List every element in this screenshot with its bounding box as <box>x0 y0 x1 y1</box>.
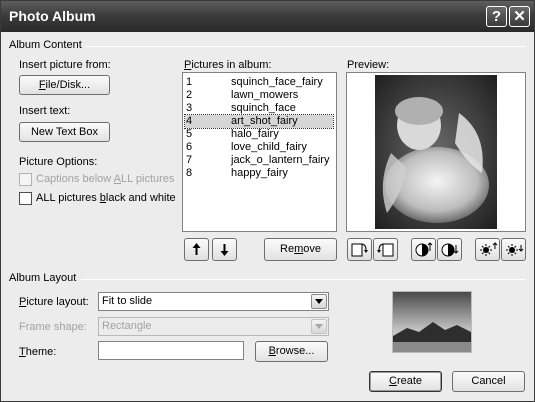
list-item[interactable]: 1 squinch_face_fairy <box>185 76 333 89</box>
help-button[interactable]: ? <box>486 6 507 27</box>
picture-layout-select[interactable]: Fit to slide <box>98 292 329 311</box>
preview-pane <box>346 72 526 232</box>
cancel-button[interactable]: Cancel <box>452 371 525 392</box>
theme-label: Theme: <box>19 346 57 358</box>
theme-input[interactable] <box>98 341 244 360</box>
rotate-left-icon <box>351 243 368 257</box>
picture-options-label: Picture Options: <box>19 156 98 168</box>
create-button[interactable]: Create <box>369 371 442 392</box>
file-disk-button[interactable]: File/Disk... <box>19 75 110 95</box>
browse-button[interactable]: Browse... <box>255 341 328 362</box>
black-and-white-label: ALL pictures black and white <box>36 192 176 204</box>
list-item[interactable]: 2 lawn_mowers <box>185 89 333 102</box>
move-down-button[interactable] <box>212 238 237 261</box>
album-content-divider <box>85 46 525 47</box>
album-content-group-label: Album Content <box>9 39 82 51</box>
list-item[interactable]: 5 halo_fairy <box>185 128 333 141</box>
album-layout-group-label: Album Layout <box>9 272 77 284</box>
layout-preview-thumbnail <box>392 291 472 353</box>
new-text-box-button[interactable]: New Text Box <box>19 122 110 142</box>
list-item[interactable]: 8 happy_fairy <box>185 167 333 180</box>
contrast-up-icon <box>415 242 433 257</box>
landscape-thumbnail <box>393 292 471 352</box>
decrease-contrast-button[interactable] <box>437 238 462 261</box>
remove-button[interactable]: Remove <box>264 238 337 261</box>
move-up-button[interactable] <box>184 238 209 261</box>
preview-label: Preview: <box>347 59 390 71</box>
rotate-left-button[interactable] <box>347 238 372 261</box>
list-item[interactable]: 3 squinch_face <box>185 102 333 115</box>
frame-shape-select[interactable]: Rectangle <box>98 317 329 336</box>
black-and-white-checkbox[interactable] <box>19 192 32 205</box>
chevron-down-icon[interactable] <box>311 319 327 334</box>
title-bar[interactable]: Photo Album ? ✕ <box>1 1 534 32</box>
list-item[interactable]: 7 jack_o_lantern_fairy <box>185 154 333 167</box>
frame-shape-label: Frame shape: <box>19 321 87 333</box>
chevron-down-icon[interactable] <box>311 294 327 309</box>
picture-layout-value: Fit to slide <box>102 295 153 307</box>
brightness-down-icon <box>506 244 524 256</box>
decrease-brightness-button[interactable] <box>501 238 526 261</box>
preview-photo <box>347 73 525 231</box>
pictures-listbox[interactable]: 1 squinch_face_fairy 2 lawn_mowers 3 squinc… <box>182 72 337 232</box>
close-button[interactable]: ✕ <box>509 6 530 27</box>
dialog-title: Photo Album <box>9 8 96 24</box>
pictures-in-album-label: Pictures in album: <box>184 59 272 71</box>
increase-brightness-button[interactable] <box>475 238 500 261</box>
list-item[interactable]: 4 art_shot_fairy <box>184 114 334 129</box>
rotate-right-icon <box>377 243 394 257</box>
insert-picture-label: Insert picture from: <box>19 59 111 71</box>
picture-layout-label: Picture layout: <box>19 296 89 308</box>
photo-album-dialog: Photo Album ? ✕ Album Content Insert pic… <box>0 0 535 402</box>
album-layout-divider <box>81 279 525 280</box>
arrow-up-icon <box>192 243 201 255</box>
captions-label: Captions below ALL pictures <box>36 173 175 185</box>
arrow-down-icon <box>220 244 229 256</box>
contrast-down-icon <box>441 243 459 257</box>
insert-text-label: Insert text: <box>19 105 71 117</box>
increase-contrast-button[interactable] <box>411 238 436 261</box>
captions-checkbox[interactable] <box>19 173 32 186</box>
frame-shape-value: Rectangle <box>102 320 152 332</box>
rotate-right-button[interactable] <box>373 238 398 261</box>
brightness-up-icon <box>480 242 498 256</box>
list-item[interactable]: 6 love_child_fairy <box>185 141 333 154</box>
